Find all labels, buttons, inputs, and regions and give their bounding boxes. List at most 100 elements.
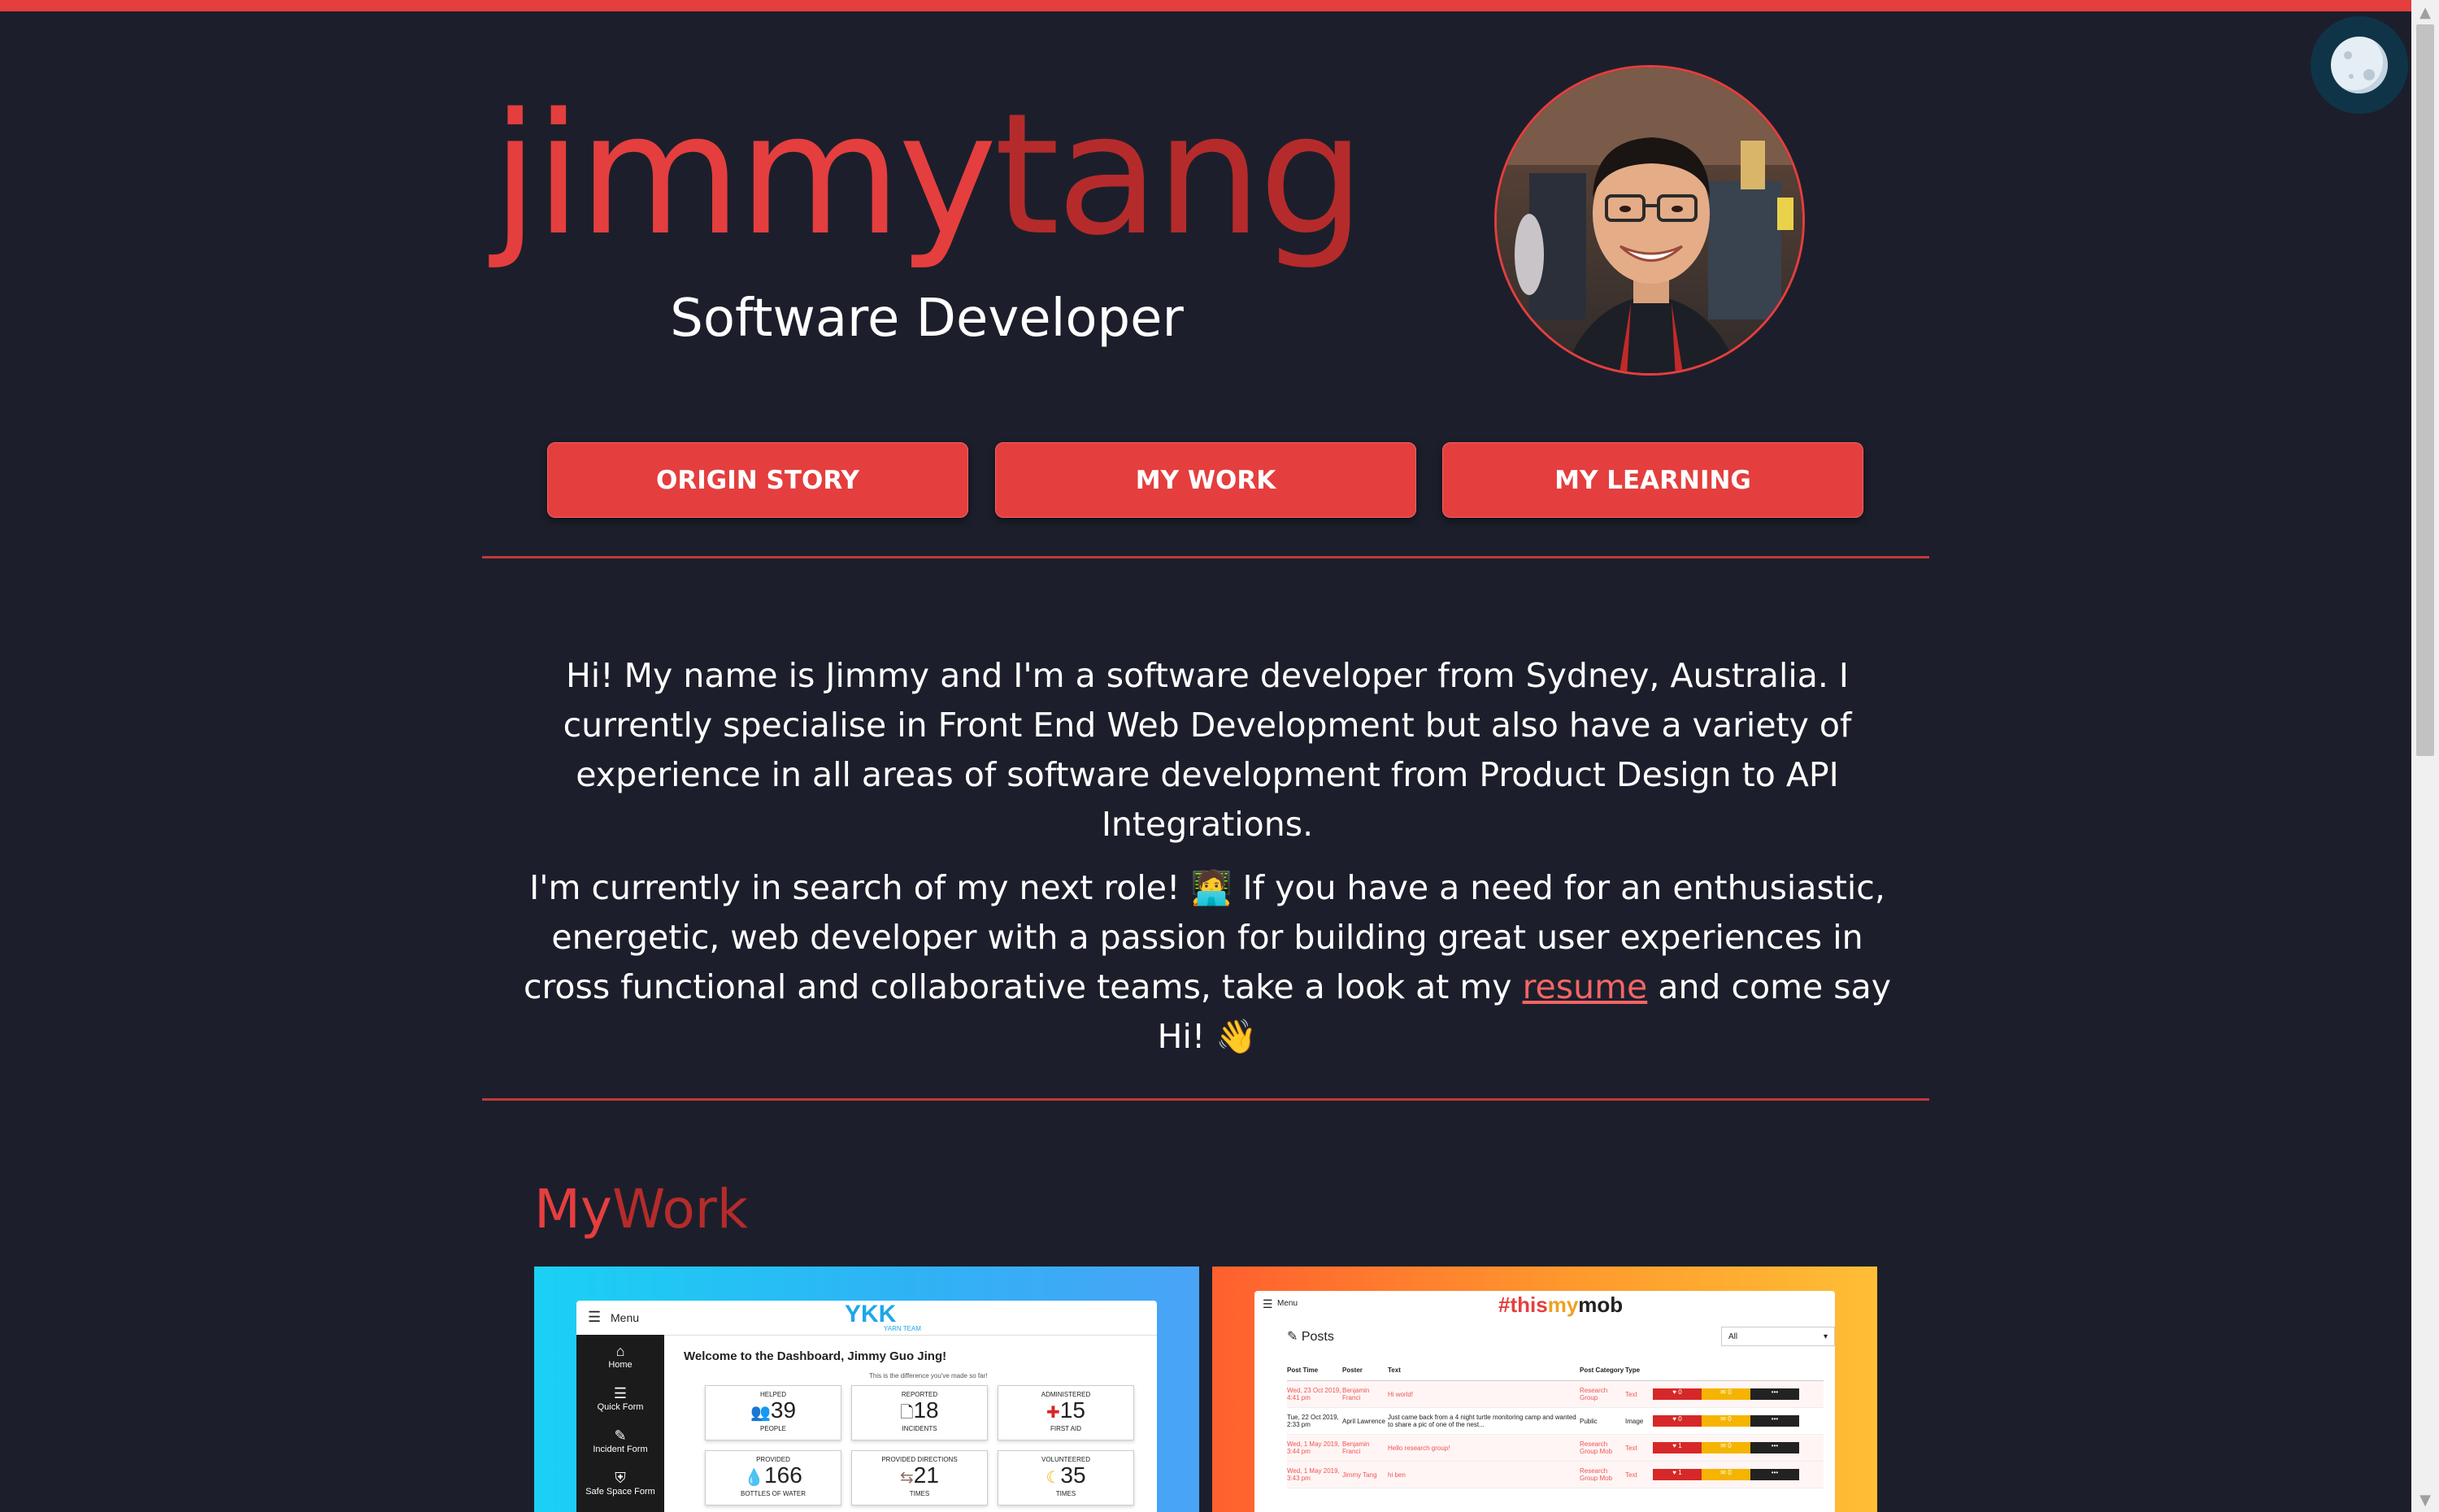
my-learning-button[interactable]: MY LEARNING [1442,442,1863,518]
logo-hash: # [1498,1293,1511,1317]
comment-button[interactable]: ✉ 0 [1702,1442,1750,1453]
cell-time: Wed, 1 May 2019, 3:44 pm [1287,1440,1340,1455]
cell-type: Image [1625,1417,1644,1425]
cell-category: Research Group Mob [1580,1467,1613,1482]
like-count: 1 [1678,1469,1682,1476]
cell-category: Research Group Mob [1580,1440,1613,1455]
filter-value: All [1728,1332,1738,1341]
theme-toggle-button[interactable] [2311,16,2408,114]
resume-link[interactable]: resume [1523,967,1648,1006]
more-button[interactable]: ••• [1750,1388,1799,1400]
like-button[interactable]: ♥ 0 [1653,1388,1702,1400]
app-header: ☰ Menu YKK YARN TEAM [576,1301,1157,1336]
list-icon: ☰ [613,1385,628,1401]
project-card-thismymob[interactable]: ☰ Menu #thismymob ✎ Posts All ▾ Post Time… [1212,1267,1877,1512]
top-accent-bar [0,0,2439,11]
stat-bottom: INCIDENTS [902,1425,937,1432]
cell-time: Wed, 23 Oct 2019, 4:41 pm [1287,1387,1341,1401]
cell-category: Research Group [1580,1387,1608,1401]
like-button[interactable]: ♥ 1 [1653,1442,1702,1453]
column-header: Type [1625,1366,1641,1374]
like-count: 1 [1678,1442,1682,1449]
comment-button[interactable]: ✉ 0 [1702,1469,1750,1480]
table-row[interactable]: Tue, 22 Oct 2019, 2:33 pm April Lawrence… [1287,1408,1824,1435]
column-header: Post Category [1580,1366,1624,1374]
stat-value: 39 [770,1397,797,1423]
cell-text: Hello research group! [1388,1444,1450,1452]
sidebar-item-quick-form: ☰ Quick Form [576,1385,664,1427]
cell-time: Wed, 1 May 2019, 3:43 pm [1287,1467,1340,1482]
dashboard-welcome: Welcome to the Dashboard, Jimmy Guo Jing… [684,1349,947,1363]
edit-icon: ✎ [1287,1330,1298,1344]
logo-this: this [1510,1293,1548,1317]
stat-card: ADMINISTERED ✚15 FIRST AID [998,1385,1134,1440]
app-brand: YKK [845,1301,897,1327]
sidebar-item-home: ⌂ Home [576,1335,664,1385]
divider [482,1098,1929,1101]
table-row[interactable]: Wed, 23 Oct 2019, 4:41 pm Benjamin Franc… [1287,1381,1824,1408]
like-button[interactable]: ♥ 1 [1653,1469,1702,1480]
cell-time: Tue, 22 Oct 2019, 2:33 pm [1287,1414,1339,1428]
site-logo: jimmytang [488,81,1366,268]
sidebar-label: Quick Form [597,1402,644,1412]
logo-last-name: tang [993,77,1365,272]
scroll-down-arrow-icon[interactable]: ▼ [2411,1488,2439,1512]
stat-value: 166 [764,1462,802,1488]
more-button[interactable]: ••• [1750,1469,1799,1480]
stat-bottom: PEOPLE [759,1425,786,1432]
logo-my: my [1547,1293,1579,1317]
cell-poster: Benjamin Franci [1342,1387,1370,1401]
comment-button[interactable]: ✉ 0 [1702,1415,1750,1427]
people-icon: 👥 [750,1404,771,1422]
stat-card: PROVIDED DIRECTIONS ⇆21 TIMES [851,1450,988,1505]
project-card-dashboard[interactable]: ☰ Menu YKK YARN TEAM ⌂ Home ☰ Quick Form ✎… [534,1267,1199,1512]
section-title-last: Work [612,1178,749,1240]
column-header: Post Time [1287,1366,1319,1374]
stat-value: 18 [913,1397,939,1423]
document-icon: 🗋 [900,1404,914,1422]
cell-type: Text [1625,1390,1637,1398]
like-button[interactable]: ♥ 0 [1653,1415,1702,1427]
cell-category: Public [1580,1417,1598,1425]
shield-icon: ⛨ [615,1470,626,1486]
scrollbar-thumb[interactable] [2416,24,2434,756]
more-button[interactable]: ••• [1750,1415,1799,1427]
comment-count: 0 [1728,1415,1732,1423]
cell-text: Hi world! [1388,1390,1414,1398]
post-filter-select[interactable]: All ▾ [1721,1327,1835,1346]
table-row[interactable]: Wed, 1 May 2019, 3:44 pm Benjamin Franci… [1287,1435,1824,1462]
cell-poster: Jimmy Tang [1342,1471,1377,1479]
logo-first-name: jimmy [491,77,998,272]
cell-text: hi ben [1388,1471,1406,1479]
menu-label: Menu [1277,1299,1298,1308]
column-header: Text [1388,1366,1401,1374]
cell-type: Text [1625,1471,1637,1479]
scroll-up-arrow-icon[interactable]: ▲ [2411,0,2439,24]
origin-story-button[interactable]: ORIGIN STORY [547,442,968,518]
stat-card: REPORTED 🗋18 INCIDENTS [851,1385,988,1440]
chevron-down-icon: ▾ [1823,1332,1828,1341]
stat-card: PROVIDED 💧166 BOTTLES OF WATER [705,1450,841,1505]
comment-button[interactable]: ✉ 0 [1702,1388,1750,1400]
stat-bottom: FIRST AID [1050,1425,1082,1432]
sidebar-label: Incident Form [593,1445,648,1454]
my-work-button[interactable]: MY WORK [995,442,1416,518]
comment-count: 0 [1728,1469,1732,1476]
page-scrollbar[interactable]: ▲ ▼ [2411,0,2439,1512]
table-header: Post Time Poster Text Post Category Type [1287,1359,1824,1381]
hamburger-icon: ☰ [588,1309,602,1325]
intro-paragraph: Hi! My name is Jimmy and I'm a software … [563,656,1852,844]
stat-value: 35 [1060,1462,1086,1488]
like-count: 0 [1678,1415,1682,1423]
table-row[interactable]: Wed, 1 May 2019, 3:43 pm Jimmy Tang hi b… [1287,1462,1824,1488]
menu-label: Menu [611,1311,640,1324]
posts-table: Post Time Poster Text Post Category Type… [1287,1359,1824,1488]
more-button[interactable]: ••• [1750,1442,1799,1453]
dashboard-tagline: This is the difference you've made so fa… [869,1372,988,1379]
section-title-first: My [534,1178,613,1240]
hamburger-icon: ☰ [1263,1297,1273,1310]
stat-card: HELPED 👥39 PEOPLE [705,1385,841,1440]
sidebar-label: Safe Space Form [585,1487,655,1497]
home-icon: ⌂ [615,1343,625,1359]
page-subtitle: Software Developer [670,289,1184,349]
